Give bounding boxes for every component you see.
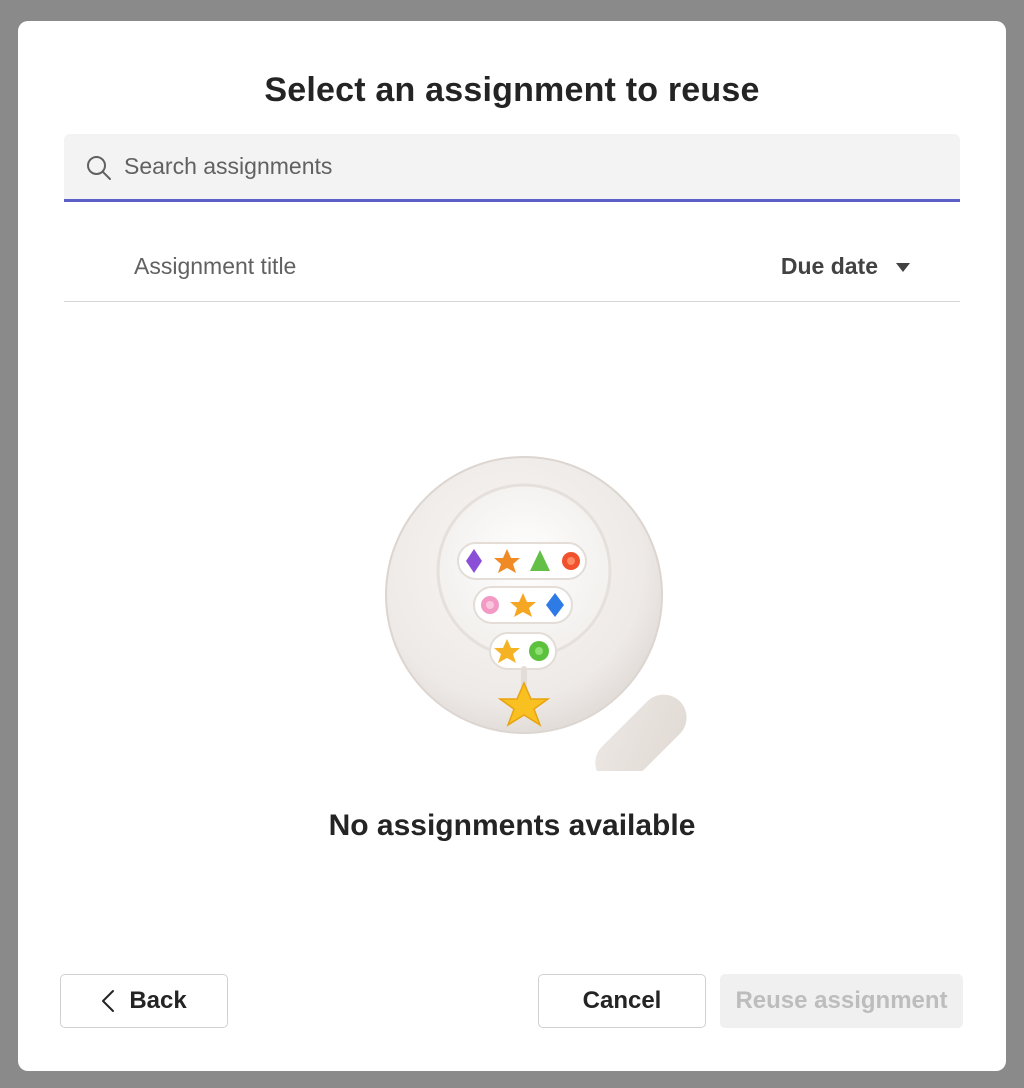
search-icon <box>87 156 111 180</box>
column-header-assignment-title: Assignment title <box>134 253 297 279</box>
due-date-label: Due date <box>780 253 878 279</box>
magnifying-glass-illustration <box>385 456 687 771</box>
caret-down-icon <box>896 263 910 272</box>
search-box[interactable] <box>64 134 960 202</box>
reuse-assignment-dialog: Select an assignment to reuse Assignment… <box>18 21 1006 1071</box>
back-button-label: Back <box>129 987 187 1014</box>
reuse-assignment-button[interactable]: Reuse assignment <box>720 974 963 1028</box>
empty-state-message: No assignments available <box>328 809 696 842</box>
search-input[interactable] <box>124 148 924 184</box>
cancel-button[interactable]: Cancel <box>538 974 706 1028</box>
column-header-due-date[interactable]: Due date <box>781 253 910 280</box>
column-header-row: Assignment title Due date <box>64 243 960 302</box>
back-button[interactable]: Back <box>60 974 228 1028</box>
dialog-title: Select an assignment to reuse <box>264 71 760 109</box>
chevron-left-icon <box>102 990 115 1012</box>
